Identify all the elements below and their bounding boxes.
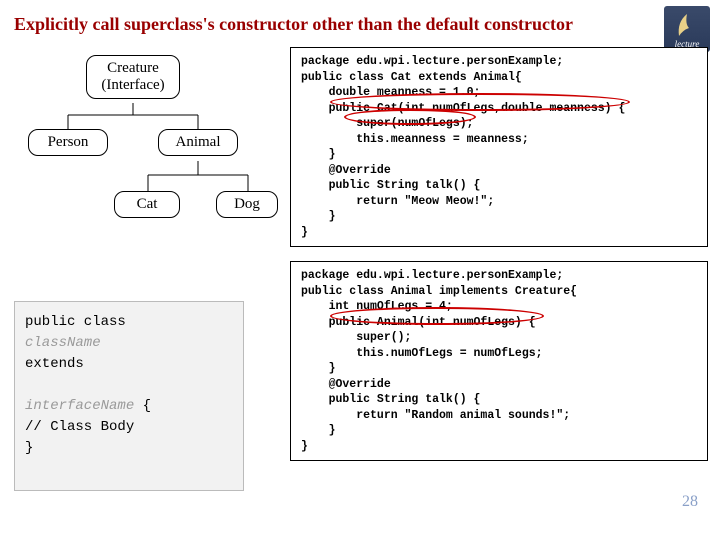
snippet-extends: extends xyxy=(25,354,233,375)
snippet-close: } xyxy=(25,438,233,459)
node-creature-label2: (Interface) xyxy=(87,77,179,94)
slide-title: Explicitly call superclass's constructor… xyxy=(0,0,720,41)
snippet-classname: className xyxy=(25,333,233,354)
node-dog: Dog xyxy=(216,191,278,218)
class-template-snippet: public class className extends interface… xyxy=(14,301,244,491)
snippet-body-comment: // Class Body xyxy=(25,417,233,438)
snippet-l1: public class xyxy=(25,314,126,330)
node-creature: Creature (Interface) xyxy=(86,55,180,99)
page-number: 28 xyxy=(682,493,698,511)
node-animal: Animal xyxy=(158,129,238,156)
content-area: Creature (Interface) Person Animal Cat D… xyxy=(0,41,720,521)
node-creature-label1: Creature xyxy=(87,60,179,77)
class-hierarchy-diagram: Creature (Interface) Person Animal Cat D… xyxy=(18,51,278,271)
node-cat: Cat xyxy=(114,191,180,218)
node-person: Person xyxy=(28,129,108,156)
code-block-cat: package edu.wpi.lecture.personExample; p… xyxy=(290,47,708,247)
code-block-animal: package edu.wpi.lecture.personExample; p… xyxy=(290,261,708,461)
snippet-interfacename: interfaceName xyxy=(25,398,134,414)
